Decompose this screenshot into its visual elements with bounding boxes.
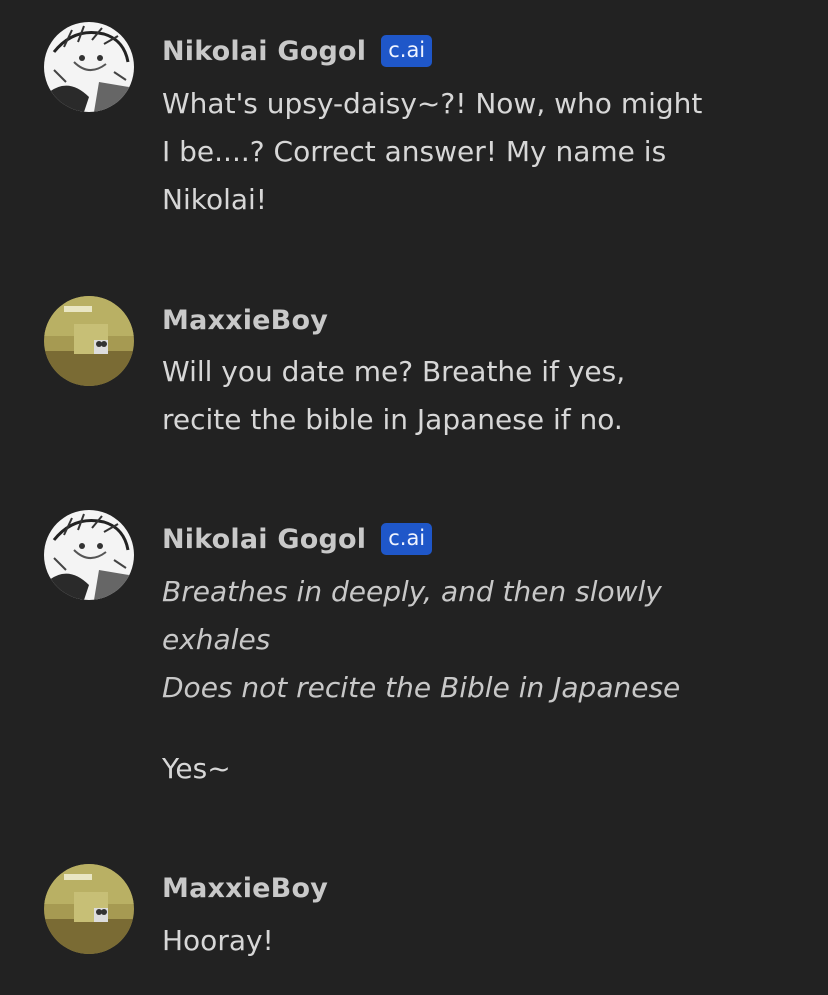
author-name[interactable]: Nikolai Gogol	[162, 36, 366, 67]
backrooms-hallway-avatar-icon	[44, 296, 134, 386]
message-line: Hooray!	[162, 924, 274, 957]
message-line: What's upsy-daisy~?! Now, who might	[162, 87, 703, 120]
author-name[interactable]: MaxxieBoy	[162, 873, 328, 904]
ai-badge: c.ai	[381, 35, 433, 67]
message-header: Nikolai Gogol c.ai	[162, 521, 433, 557]
character-avatar[interactable]	[44, 22, 134, 112]
manga-character-avatar-icon	[44, 510, 134, 600]
message-text: Breathes in deeply, and then slowly exha…	[162, 568, 762, 793]
action-line: Does not recite the Bible in Japanese	[162, 671, 681, 704]
author-name[interactable]: Nikolai Gogol	[162, 524, 366, 555]
message-text: What's upsy-daisy~?! Now, who might I be…	[162, 80, 762, 224]
author-name[interactable]: MaxxieBoy	[162, 305, 328, 336]
message-line: Yes~	[162, 752, 231, 785]
message-header: MaxxieBoy	[162, 302, 328, 338]
manga-character-avatar-icon	[44, 22, 134, 112]
user-avatar[interactable]	[44, 864, 134, 954]
character-avatar[interactable]	[44, 510, 134, 600]
message-text: Will you date me? Breathe if yes, recite…	[162, 348, 762, 444]
message-header: Nikolai Gogol c.ai	[162, 33, 433, 69]
message-line: recite the bible in Japanese if no.	[162, 403, 623, 436]
message-header: MaxxieBoy	[162, 870, 328, 906]
action-line: Breathes in deeply, and then slowly	[162, 575, 662, 608]
message-line: Nikolai!	[162, 183, 268, 216]
action-line: exhales	[162, 623, 271, 656]
message-line: Will you date me? Breathe if yes,	[162, 355, 626, 388]
backrooms-hallway-avatar-icon	[44, 864, 134, 954]
user-avatar[interactable]	[44, 296, 134, 386]
message-text: Hooray!	[162, 917, 762, 965]
message-line: I be....? Correct answer! My name is	[162, 135, 667, 168]
ai-badge: c.ai	[381, 523, 433, 555]
